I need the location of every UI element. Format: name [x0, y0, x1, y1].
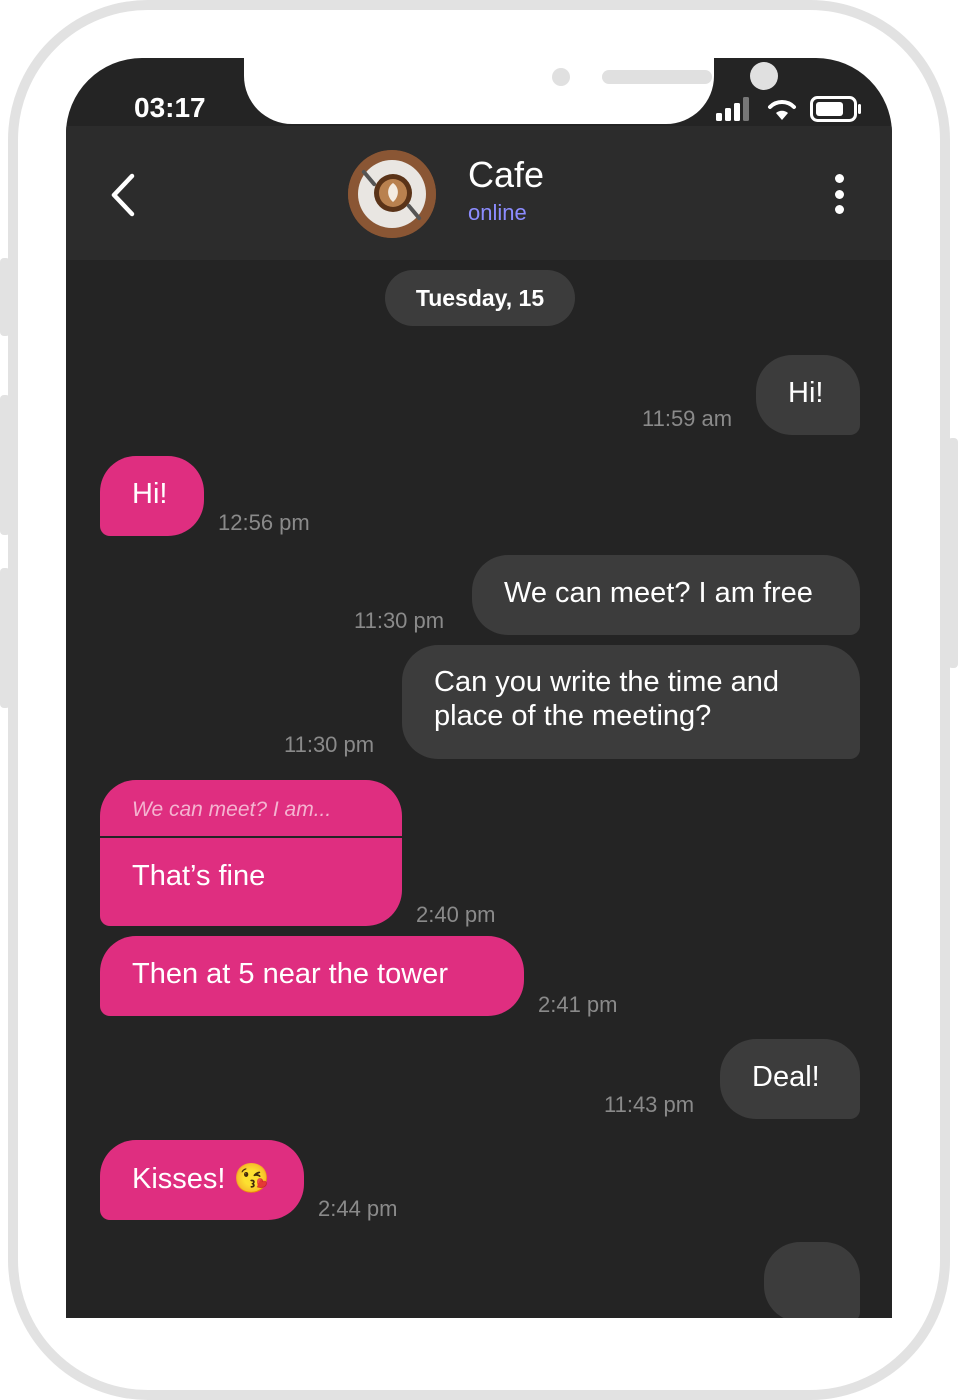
contact-status: online: [468, 200, 527, 225]
sensor-icon: [552, 68, 570, 86]
camera-icon: [750, 62, 778, 90]
contact-name: Cafe: [468, 154, 545, 195]
message-text: Kisses! 😘: [132, 1163, 270, 1195]
wifi-icon: [768, 100, 796, 120]
menu-dot-icon: [834, 205, 844, 214]
message-time: 12:56 pm: [218, 510, 310, 535]
message-time: 11:30 pm: [354, 608, 445, 633]
back-button[interactable]: [106, 170, 142, 220]
status-time: 03:17: [134, 92, 206, 123]
message-text: Can you write the time and place of the …: [434, 666, 779, 732]
battery-icon: [810, 96, 861, 122]
date-separator: Tuesday, 15: [385, 270, 575, 326]
side-button-left-1: [0, 258, 10, 336]
message-time: 2:40 pm: [416, 902, 496, 927]
message-text: Hi!: [788, 377, 824, 409]
side-button-left-2: [0, 395, 10, 535]
outgoing-message[interactable]: We can meet? I am free: [472, 555, 860, 635]
chat-screen: 03:17 Cafe online Tuesday, 15 Hi! 11:59 …: [66, 58, 892, 1318]
message-text: That’s fine: [132, 860, 266, 892]
message-text: Then at 5 near the tower: [132, 958, 448, 990]
message-time: 11:43 pm: [604, 1092, 695, 1117]
menu-dot-icon: [834, 189, 844, 199]
chevron-left-icon: [111, 173, 135, 217]
coffee-cup-icon: [348, 150, 436, 238]
incoming-message[interactable]: Then at 5 near the tower: [100, 936, 524, 1016]
outgoing-message[interactable]: Can you write the time and place of the …: [402, 645, 860, 759]
chat-header: Cafe online: [66, 126, 892, 260]
speaker-grille: [602, 70, 712, 84]
incoming-message[interactable]: Hi!: [100, 456, 204, 536]
message-text: Deal!: [752, 1061, 820, 1093]
avatar[interactable]: [348, 150, 436, 238]
incoming-reply-message[interactable]: We can meet? I am... That’s fine: [100, 780, 402, 926]
side-button-right: [948, 438, 958, 668]
outgoing-message[interactable]: Deal!: [720, 1039, 860, 1119]
message-text: We can meet? I am free: [504, 577, 813, 609]
signal-icon: [716, 97, 749, 121]
message-time: 11:59 am: [642, 406, 733, 431]
status-icons: [716, 96, 862, 122]
message-time: 2:44 pm: [318, 1196, 398, 1221]
menu-dot-icon: [834, 174, 844, 183]
more-options-button[interactable]: [832, 174, 846, 214]
message-time: 11:30 pm: [284, 732, 375, 757]
quoted-message[interactable]: We can meet? I am...: [100, 780, 402, 838]
notch: [244, 58, 778, 124]
outgoing-message[interactable]: Hi!: [756, 355, 860, 435]
side-button-left-3: [0, 568, 10, 708]
incoming-message[interactable]: Kisses! 😘: [100, 1140, 304, 1220]
message-time: 2:41 pm: [538, 992, 618, 1017]
outgoing-message-partial[interactable]: [764, 1242, 860, 1318]
message-text: Hi!: [132, 478, 168, 510]
